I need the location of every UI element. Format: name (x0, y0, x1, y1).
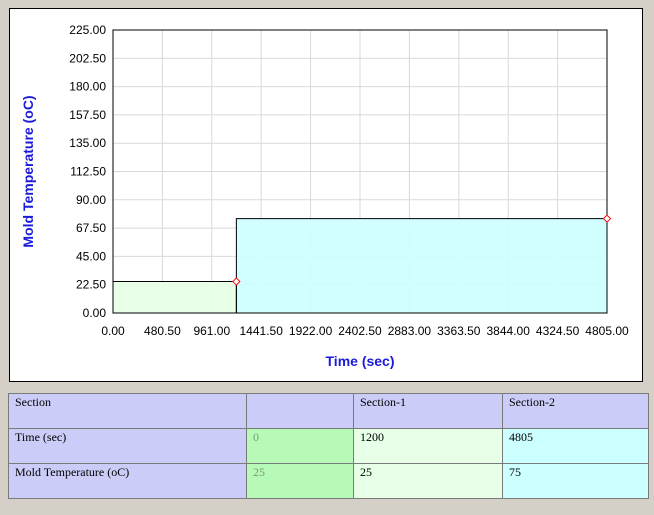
table-row: Mold Temperature (oC) 25 25 75 (8, 463, 649, 499)
cell-temp-initial[interactable]: 25 (246, 463, 354, 499)
y-tick-label: 22.50 (76, 278, 106, 292)
segment-area-2 (236, 218, 607, 313)
y-tick-label: 112.50 (70, 165, 106, 179)
section-table: Section Section-1 Section-2 Time (sec) 0… (8, 393, 649, 499)
y-tick-label: 0.00 (83, 306, 107, 320)
table-row: Time (sec) 0 1200 4805 (8, 428, 649, 464)
x-tick-label: 4324.50 (536, 324, 580, 338)
row-label-mold-temperature: Mold Temperature (oC) (8, 463, 247, 499)
cell-time-initial[interactable]: 0 (246, 428, 354, 464)
header-cell-initial (246, 393, 354, 429)
cell-time-section-2[interactable]: 4805 (502, 428, 649, 464)
y-tick-label: 45.00 (76, 249, 106, 263)
y-tick-label: 202.50 (69, 51, 106, 65)
cell-temp-section-2[interactable]: 75 (502, 463, 649, 499)
x-tick-label: 480.50 (144, 324, 181, 338)
y-tick-label: 90.00 (76, 193, 106, 207)
temperature-chart: 0.00 480.50 961.00 1441.50 1922.00 2402.50 288… (20, 23, 629, 369)
header-cell-section-1: Section-1 (353, 393, 503, 429)
x-tick-label: 3844.00 (487, 324, 531, 338)
y-tick-label: 135.00 (69, 136, 106, 150)
chart-panel: 0.00 480.50 961.00 1441.50 1922.00 2402.50 288… (9, 8, 643, 382)
y-tick-label: 67.50 (76, 221, 106, 235)
cell-time-section-1[interactable]: 1200 (353, 428, 503, 464)
cell-temp-section-1[interactable]: 25 (353, 463, 503, 499)
x-tick-label: 2402.50 (338, 324, 382, 338)
x-tick-label: 0.00 (101, 324, 125, 338)
x-tick-label: 4805.00 (585, 324, 629, 338)
y-tick-label: 225.00 (69, 23, 106, 37)
header-cell-section-2: Section-2 (502, 393, 649, 429)
x-tick-labels: 0.00 480.50 961.00 1441.50 1922.00 2402.50 288… (101, 324, 629, 338)
x-tick-label: 961.00 (193, 324, 230, 338)
x-axis-title: Time (sec) (326, 353, 395, 369)
x-tick-label: 1922.00 (289, 324, 333, 338)
row-label-time: Time (sec) (8, 428, 247, 464)
y-axis-title: Mold Temperature (oC) (20, 95, 36, 247)
y-tick-label: 157.50 (69, 108, 106, 122)
x-tick-label: 1441.50 (240, 324, 284, 338)
table-header-row: Section Section-1 Section-2 (8, 393, 649, 429)
x-tick-label: 3363.50 (437, 324, 481, 338)
segment-area-1 (113, 281, 237, 313)
x-tick-label: 2883.00 (388, 324, 432, 338)
area-layer (113, 218, 607, 313)
y-tick-labels: 0.00 22.50 45.00 67.50 90.00 112.50 135.00 157.… (69, 23, 106, 320)
y-tick-label: 180.00 (69, 80, 106, 94)
header-cell-section: Section (8, 393, 247, 429)
